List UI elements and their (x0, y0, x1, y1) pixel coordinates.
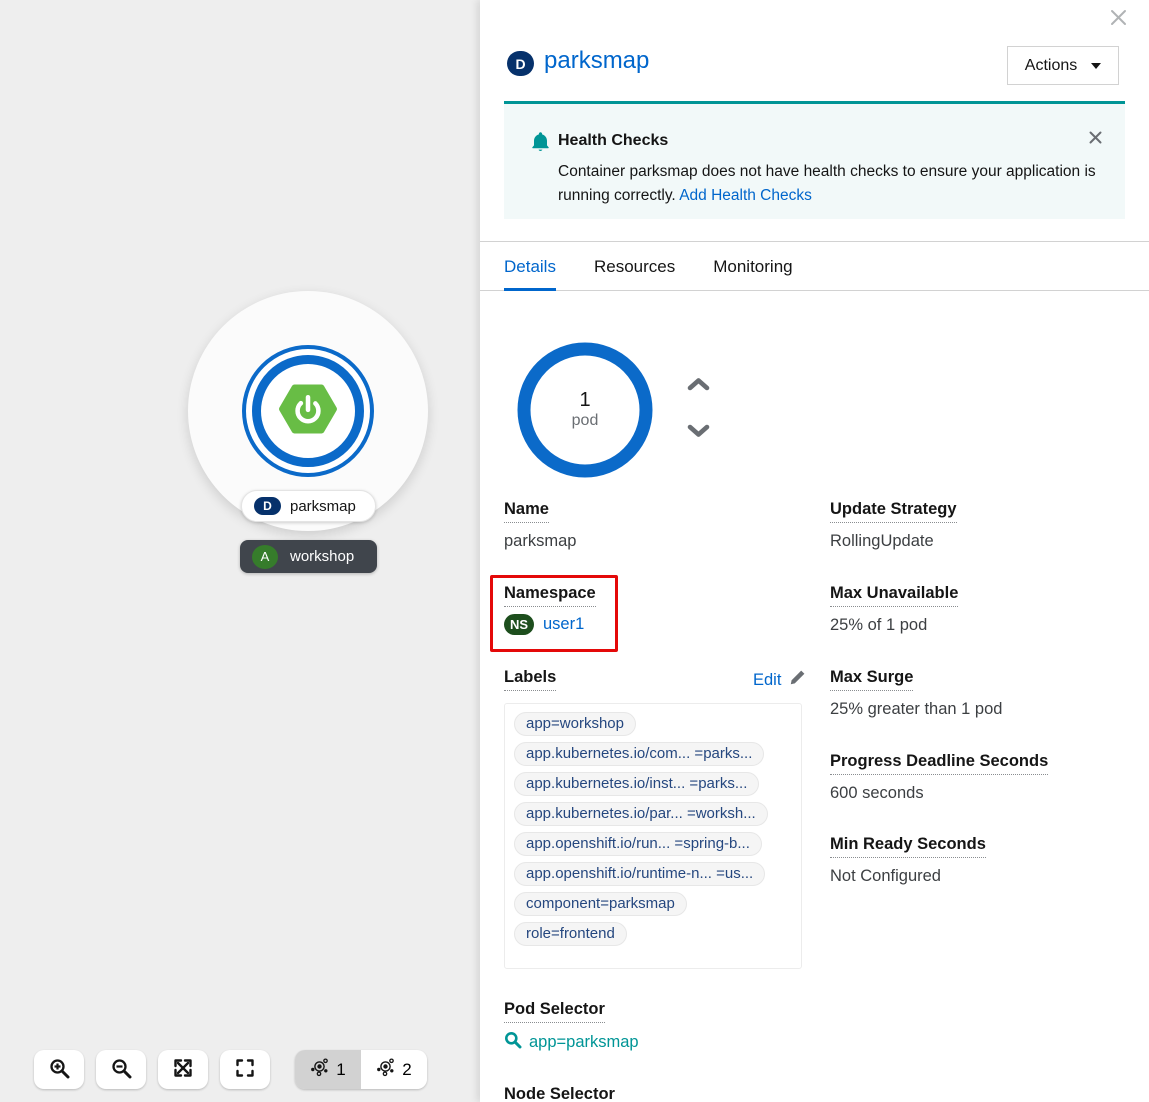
zoom-in-icon (49, 1058, 70, 1082)
alert-close-button[interactable] (1085, 130, 1105, 150)
max-surge-heading: Max Surge (830, 668, 913, 687)
search-icon (504, 1031, 522, 1054)
chevron-up-icon (687, 378, 710, 395)
zoom-in-button[interactable] (34, 1050, 84, 1089)
fit-to-screen-button[interactable] (158, 1050, 208, 1089)
min-ready-seconds-heading: Min Ready Seconds (830, 835, 986, 854)
labels-heading: Labels (504, 668, 556, 687)
pod-donut-chart[interactable]: 1 pod (510, 335, 660, 485)
bell-icon (531, 131, 550, 158)
label-chip[interactable]: app.openshift.io/runtime-n... =us... (514, 862, 765, 886)
actions-label: Actions (1025, 57, 1077, 75)
labels-edit-button[interactable]: Edit (753, 669, 806, 691)
deployment-node-ring (252, 355, 364, 467)
application-badge: A (252, 545, 278, 569)
fullscreen-button[interactable] (220, 1050, 270, 1089)
scale-up-button[interactable] (687, 377, 710, 396)
node-label-text: parksmap (290, 498, 356, 515)
tab-resources[interactable]: Resources (594, 242, 675, 291)
label-chip[interactable]: role=frontend (514, 922, 627, 946)
alert-title: Health Checks (558, 132, 668, 150)
pencil-icon (789, 669, 806, 691)
progress-deadline-value: 600 seconds (830, 784, 924, 803)
add-health-checks-link[interactable]: Add Health Checks (679, 187, 812, 204)
pod-selector-heading: Pod Selector (504, 1000, 605, 1019)
edit-label: Edit (753, 671, 781, 690)
tab-monitoring[interactable]: Monitoring (713, 242, 792, 291)
layout-1-button[interactable]: 1 (295, 1050, 361, 1089)
resource-title-link[interactable]: parksmap (544, 47, 649, 75)
health-checks-alert: Health Checks Container parksmap does no… (504, 101, 1125, 219)
node-selector-heading: Node Selector (504, 1085, 615, 1102)
update-strategy-heading: Update Strategy (830, 500, 957, 519)
layout-2-count: 2 (402, 1060, 411, 1080)
close-icon (1110, 9, 1127, 31)
namespace-heading: Namespace (504, 584, 596, 603)
label-chip[interactable]: app.kubernetes.io/inst... =parks... (514, 772, 759, 796)
label-chip[interactable]: app=workshop (514, 712, 636, 736)
label-chip[interactable]: component=parksmap (514, 892, 687, 916)
panel-tabs: Details Resources Monitoring (480, 241, 1149, 291)
zoom-out-icon (111, 1058, 132, 1082)
zoom-out-button[interactable] (96, 1050, 146, 1089)
max-unavailable-heading: Max Unavailable (830, 584, 958, 603)
name-value: parksmap (504, 532, 576, 551)
topology-canvas[interactable]: D parksmap A workshop (0, 0, 480, 1102)
deployment-node-parksmap[interactable] (242, 345, 374, 477)
layout-1-count: 1 (336, 1060, 345, 1080)
tab-details[interactable]: Details (504, 242, 556, 291)
pod-unit: pod (572, 411, 599, 431)
deployment-badge: D (507, 51, 534, 76)
label-chip[interactable]: app.kubernetes.io/par... =worksh... (514, 802, 768, 826)
label-chip[interactable]: app.openshift.io/run... =spring-b... (514, 832, 762, 856)
pod-selector-link[interactable]: app=parksmap (529, 1033, 639, 1052)
label-chip[interactable]: app.kubernetes.io/com... =parks... (514, 742, 764, 766)
namespace-badge: NS (504, 614, 534, 635)
topology-page: D parksmap A workshop (0, 0, 1149, 1102)
max-surge-value: 25% greater than 1 pod (830, 700, 1002, 719)
labels-list: app=workshop app.kubernetes.io/com... =p… (504, 703, 802, 969)
node-label-parksmap[interactable]: D parksmap (241, 490, 376, 522)
update-strategy-value: RollingUpdate (830, 532, 934, 551)
application-label-workshop[interactable]: A workshop (240, 540, 377, 573)
min-ready-seconds-value: Not Configured (830, 867, 941, 886)
actions-dropdown[interactable]: Actions (1007, 46, 1119, 85)
fullscreen-icon (235, 1058, 255, 1081)
pod-count: 1 (579, 389, 590, 411)
panel-close-button[interactable] (1106, 8, 1130, 32)
chevron-down-icon (687, 425, 710, 442)
spring-boot-icon (277, 380, 339, 443)
caret-down-icon (1091, 63, 1101, 69)
deployment-badge: D (254, 497, 281, 515)
scale-down-button[interactable] (687, 424, 710, 443)
topology-layout-icon (376, 1057, 396, 1082)
pod-donut-label: 1 pod (510, 335, 660, 485)
resource-side-panel: D parksmap Actions Health Checks (480, 0, 1149, 1102)
topology-layout-icon (310, 1057, 330, 1082)
alert-body: Container parksmap does not have health … (558, 160, 1110, 208)
alert-body-text: Container parksmap does not have health … (558, 163, 1096, 204)
layout-switcher: 1 2 (295, 1050, 427, 1089)
fit-to-screen-icon (173, 1058, 193, 1081)
name-heading: Name (504, 500, 549, 519)
topology-controls: 1 2 (34, 1050, 427, 1089)
namespace-link[interactable]: user1 (543, 615, 584, 634)
pod-selector-row: app=parksmap (504, 1031, 639, 1054)
application-label-text: workshop (290, 548, 354, 565)
close-icon (1089, 131, 1102, 149)
max-unavailable-value: 25% of 1 pod (830, 616, 927, 635)
progress-deadline-heading: Progress Deadline Seconds (830, 752, 1048, 771)
layout-2-button[interactable]: 2 (361, 1050, 427, 1089)
namespace-row: NS user1 (504, 614, 584, 635)
